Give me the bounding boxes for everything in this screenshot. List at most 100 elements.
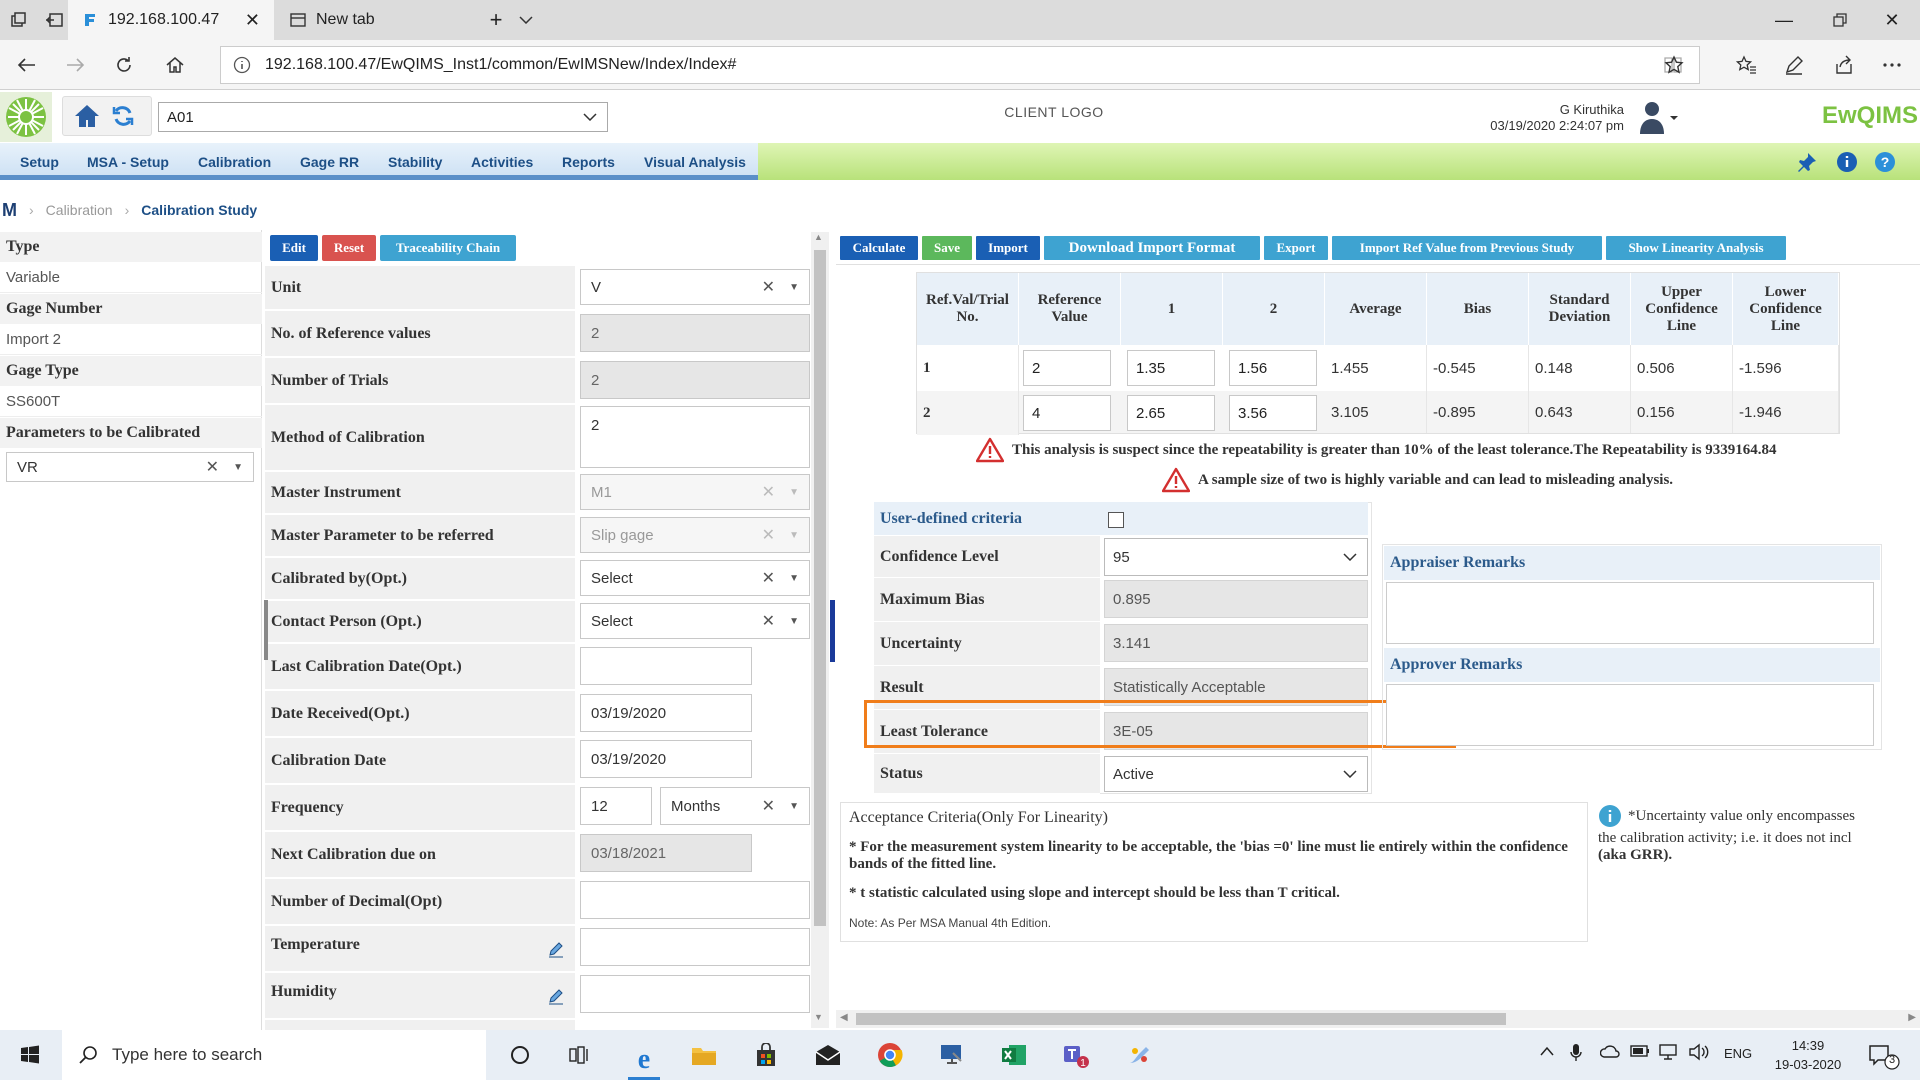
windows-start-icon[interactable] — [14, 1040, 46, 1070]
humidity-input[interactable] — [580, 975, 810, 1013]
mail-icon[interactable] — [812, 1040, 844, 1070]
refresh-icon[interactable] — [104, 45, 144, 85]
scroll-down-icon[interactable]: ▼ — [814, 1012, 823, 1022]
date-received-input[interactable]: 03/19/2020 — [580, 694, 752, 732]
breadcrumb-root[interactable]: Calibration — [46, 202, 113, 218]
trial2-input[interactable]: 3.56 — [1229, 395, 1317, 431]
back-icon[interactable] — [6, 45, 46, 85]
ref-value-input[interactable]: 4 — [1023, 395, 1111, 431]
scroll-left-icon[interactable]: ◀ — [840, 1012, 848, 1023]
decimal-input[interactable] — [580, 881, 810, 919]
tab-actions-icon[interactable] — [6, 8, 30, 32]
menu-reports[interactable]: Reports — [562, 143, 615, 180]
calibration-date-input[interactable]: 03/19/2020 — [580, 740, 752, 778]
tab-preview-chevron-icon[interactable] — [514, 8, 538, 32]
horizontal-scrollbar[interactable]: ◀ ▶ — [836, 1010, 1920, 1028]
restore-icon[interactable] — [1812, 0, 1868, 40]
reset-button[interactable]: Reset — [322, 235, 376, 261]
favorites-list-icon[interactable] — [1726, 45, 1766, 85]
taskbar-search-box[interactable]: Type here to search — [62, 1030, 486, 1080]
task-view-icon[interactable] — [564, 1040, 596, 1070]
chrome-icon[interactable] — [874, 1040, 906, 1070]
params-select[interactable]: VR ✕ ▼ — [6, 452, 254, 482]
user-avatar-icon[interactable] — [1634, 98, 1680, 138]
calibrated-by-select[interactable]: Select ✕ ▼ — [580, 560, 810, 596]
traceability-chain-button[interactable]: Traceability Chain — [380, 235, 516, 261]
clock[interactable]: 14:39 19-03-2020 — [1766, 1036, 1850, 1074]
site-select[interactable]: A01 — [158, 102, 608, 132]
appraiser-remarks-input[interactable] — [1386, 582, 1874, 644]
last-calibration-date-input[interactable] — [580, 647, 752, 685]
splitter-handle-right[interactable] — [830, 600, 835, 662]
menu-activities[interactable]: Activities — [471, 143, 533, 180]
scroll-up-icon[interactable]: ▲ — [814, 232, 823, 242]
menu-visual-analysis[interactable]: Visual Analysis — [644, 143, 746, 180]
splitter-handle[interactable] — [264, 600, 268, 660]
scroll-thumb[interactable] — [814, 250, 826, 926]
clear-icon[interactable]: ✕ — [762, 277, 775, 297]
close-window-icon[interactable]: ✕ — [1864, 0, 1920, 40]
language-indicator[interactable]: ENG — [1724, 1046, 1752, 1061]
battery-icon[interactable] — [1630, 1045, 1650, 1057]
confidence-level-select[interactable]: 95 — [1104, 538, 1368, 576]
scroll-right-icon[interactable]: ▶ — [1908, 1012, 1916, 1023]
unit-select[interactable]: V ✕ ▼ — [580, 269, 810, 305]
download-import-format-button[interactable]: Download Import Format — [1044, 236, 1260, 260]
method-field[interactable]: 2 — [580, 406, 810, 468]
info-icon[interactable] — [1836, 151, 1858, 173]
clear-icon[interactable]: ✕ — [762, 796, 775, 816]
menu-calibration[interactable]: Calibration — [198, 143, 271, 180]
edit-pencil-icon[interactable] — [547, 940, 565, 958]
frequency-unit-select[interactable]: Months ✕ ▼ — [660, 787, 810, 825]
pin-icon[interactable] — [1796, 151, 1818, 173]
share-icon[interactable] — [1824, 45, 1864, 85]
cortana-icon[interactable] — [504, 1040, 536, 1070]
app-logo-icon[interactable] — [0, 92, 52, 142]
show-linearity-button[interactable]: Show Linearity Analysis — [1606, 236, 1786, 260]
remote-desktop-icon[interactable] — [936, 1040, 968, 1070]
ref-value-input[interactable]: 2 — [1023, 350, 1111, 386]
h-scroll-thumb[interactable] — [856, 1013, 1506, 1025]
network-icon[interactable] — [1658, 1043, 1680, 1061]
set-tabs-aside-icon[interactable] — [42, 8, 66, 32]
approver-remarks-input[interactable] — [1386, 684, 1874, 746]
tab-active[interactable]: 192.168.100.47 ✕ — [68, 0, 274, 40]
store-icon[interactable] — [750, 1040, 782, 1070]
edge-browser-icon[interactable]: e — [628, 1040, 660, 1080]
import-prev-ref-button[interactable]: Import Ref Value from Previous Study — [1332, 236, 1602, 260]
edit-pencil-icon[interactable] — [547, 987, 565, 1005]
home-icon[interactable] — [155, 45, 195, 85]
close-tab-icon[interactable]: ✕ — [245, 10, 260, 31]
onedrive-icon[interactable] — [1600, 1045, 1620, 1059]
save-button[interactable]: Save — [922, 236, 972, 260]
menu-gage-rr[interactable]: Gage RR — [300, 143, 359, 180]
site-info-icon[interactable] — [233, 56, 251, 74]
excel-icon[interactable] — [998, 1040, 1030, 1070]
forward-icon[interactable] — [56, 45, 96, 85]
paint-icon[interactable] — [1124, 1040, 1156, 1070]
minimize-icon[interactable]: — — [1756, 0, 1812, 40]
address-bar[interactable]: 192.168.100.47/EwQIMS_Inst1/common/EwIMS… — [220, 46, 1700, 84]
tab-new[interactable]: New tab — [276, 0, 476, 40]
menu-stability[interactable]: Stability — [388, 143, 442, 180]
edit-button[interactable]: Edit — [270, 235, 318, 261]
trial2-input[interactable]: 1.56 — [1229, 350, 1317, 386]
action-center-icon[interactable]: 3 — [1866, 1042, 1906, 1070]
volume-icon[interactable] — [1688, 1043, 1710, 1061]
import-button[interactable]: Import — [976, 236, 1040, 260]
clear-icon[interactable]: ✕ — [762, 611, 775, 631]
more-menu-icon[interactable] — [1872, 45, 1912, 85]
help-icon[interactable]: ? — [1874, 151, 1896, 173]
app-refresh-icon[interactable] — [111, 104, 135, 128]
clear-icon[interactable]: ✕ — [206, 457, 219, 477]
microphone-icon[interactable] — [1570, 1043, 1582, 1063]
status-select[interactable]: Active — [1104, 756, 1368, 792]
pen-notes-icon[interactable] — [1774, 45, 1814, 85]
trial1-input[interactable]: 2.65 — [1127, 395, 1215, 431]
favorite-star-icon[interactable] — [1654, 45, 1694, 85]
show-hidden-icons-icon[interactable] — [1540, 1046, 1554, 1056]
app-home-icon[interactable] — [73, 103, 101, 129]
user-defined-checkbox[interactable] — [1108, 512, 1124, 528]
file-explorer-icon[interactable] — [688, 1040, 720, 1070]
clear-icon[interactable]: ✕ — [762, 568, 775, 588]
